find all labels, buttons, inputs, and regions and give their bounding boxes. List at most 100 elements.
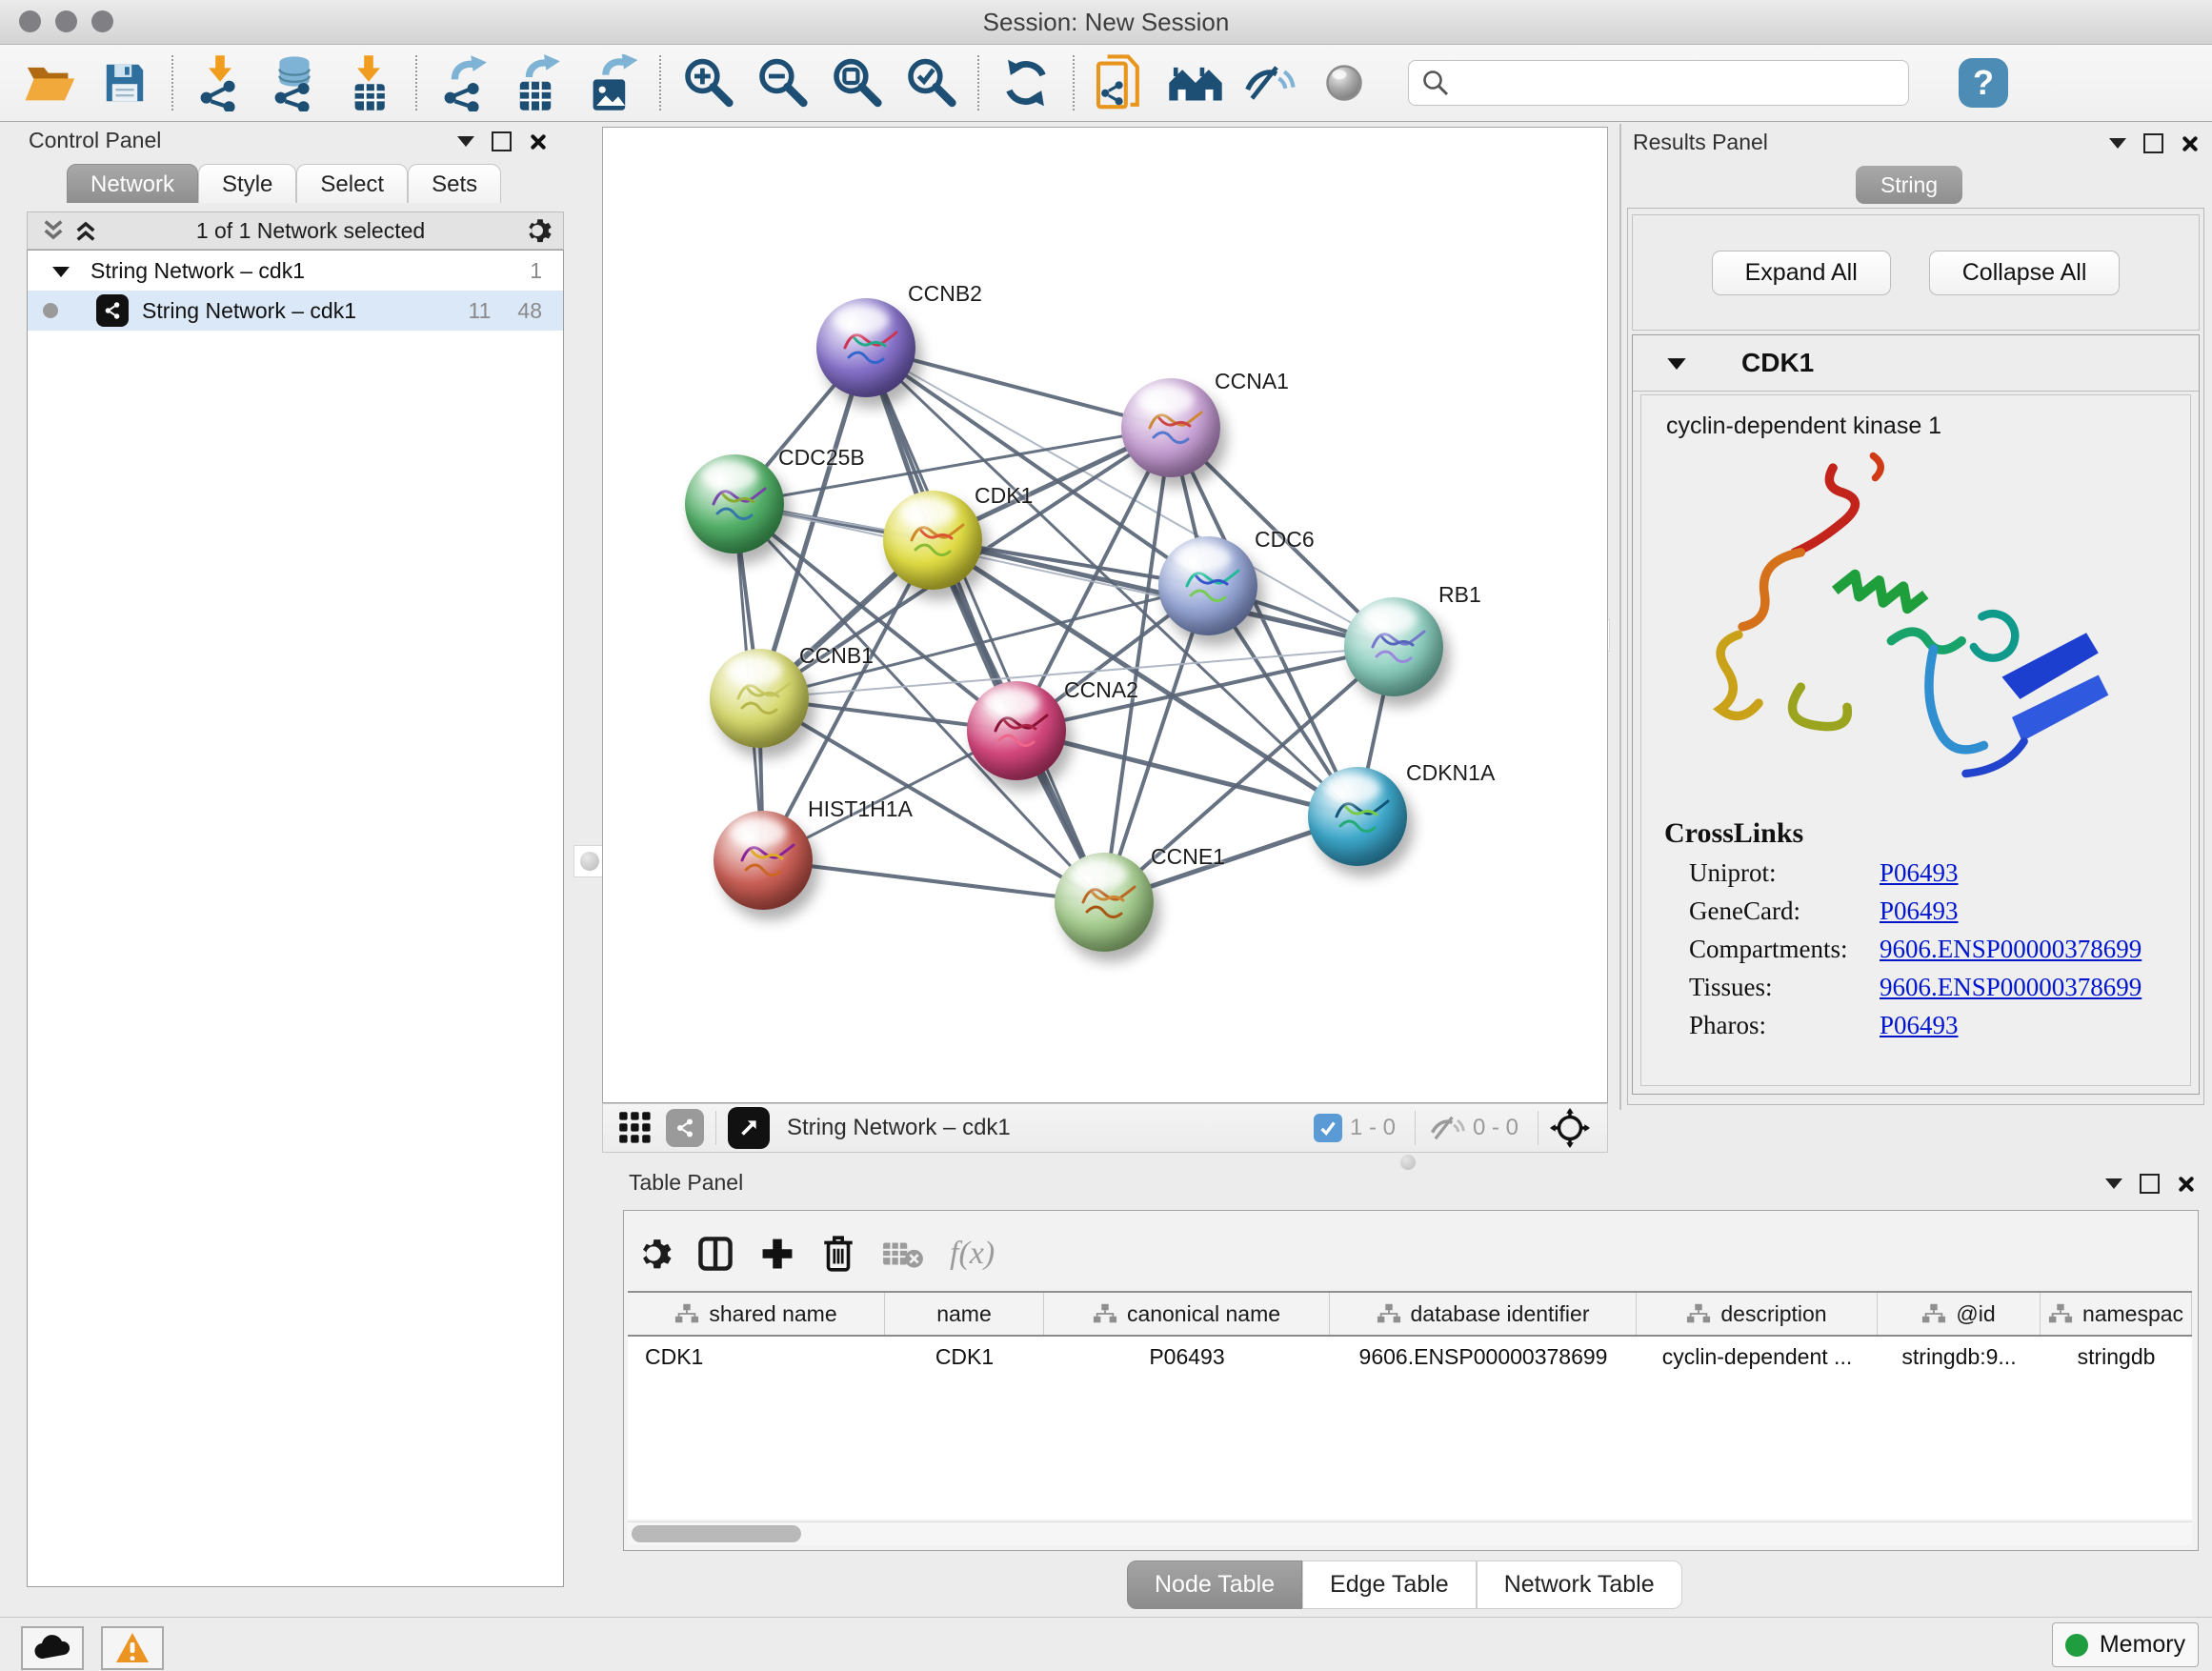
collection-expand-icon[interactable] [52,265,70,277]
left-splitter-handle[interactable] [573,845,606,877]
network-node-RB1[interactable] [1344,597,1443,696]
network-row-selected[interactable]: String Network – cdk1 11 48 [28,291,563,331]
export-network-button[interactable] [427,49,501,117]
collapse-all-button[interactable]: Collapse All [1929,251,2121,295]
column-header-canonical-name[interactable]: canonical name [1044,1293,1330,1335]
help-button[interactable]: ? [1959,58,2008,108]
network-node-HIST1H1A[interactable] [714,811,813,910]
tab-network[interactable]: Network [67,164,198,205]
tab-select[interactable]: Select [296,164,408,205]
network-node-CCNE1[interactable] [1055,853,1154,952]
network-node-CDKN1A[interactable] [1308,767,1407,866]
crosslink-link[interactable]: 9606.ENSP00000378699 [1880,973,2142,1002]
home-networks-button[interactable] [1158,49,1233,117]
save-session-button[interactable] [88,49,162,117]
import-database-button[interactable] [257,49,332,117]
network-canvas[interactable]: CCNB2CCNA1CDC25BCDK1CDC6RB1CCNB1CCNA2CDK… [602,127,1608,1103]
add-column-icon[interactable] [759,1236,795,1272]
tab-node-table[interactable]: Node Table [1127,1560,1302,1609]
table-cell[interactable]: 9606.ENSP00000378699 [1330,1337,1637,1377]
results-panel-title: Results Panel [1633,130,1768,155]
network-node-CCNA1[interactable] [1121,378,1220,477]
birdseye-grid-icon[interactable] [618,1111,653,1145]
table-cell[interactable]: stringdb:9... [1878,1337,2041,1377]
hscrollbar-thumb[interactable] [632,1525,801,1542]
table-toolbar: f(x) [635,1220,995,1287]
float-panel-icon[interactable] [2140,1174,2160,1194]
network-view-title: String Network – cdk1 [787,1115,1011,1141]
network-node-CDK1[interactable] [883,491,982,590]
refresh-button[interactable] [989,49,1063,117]
expand-all-icon[interactable] [73,218,98,243]
crosslink-link[interactable]: 9606.ENSP00000378699 [1880,935,2142,964]
network-node-CDC25B[interactable] [685,454,784,554]
network-node-CCNB1[interactable] [710,649,809,748]
expand-all-button[interactable]: Expand All [1712,251,1891,295]
column-header-database-identifier[interactable]: database identifier [1330,1293,1637,1335]
table-cell[interactable]: cyclin-dependent ... [1637,1337,1878,1377]
zoom-selected-button[interactable] [894,49,968,117]
table-hscrollbar[interactable] [628,1521,2192,1545]
hide-elements-button[interactable] [1233,49,1307,117]
fit-content-icon[interactable] [1550,1108,1590,1148]
gear-icon[interactable] [635,1236,672,1272]
selected-checkbox-icon[interactable] [1314,1114,1342,1142]
column-header-description[interactable]: description [1637,1293,1878,1335]
panel-menu-icon[interactable] [2105,1178,2122,1189]
tab-string[interactable]: String [1856,166,1962,204]
node-label-CDC25B: CDC25B [778,445,865,471]
float-panel-icon[interactable] [2143,133,2163,153]
zoom-out-button[interactable] [745,49,819,117]
export-table-button[interactable] [501,49,575,117]
tab-edge-table[interactable]: Edge Table [1302,1560,1477,1609]
import-network-button[interactable] [183,49,257,117]
panel-menu-icon[interactable] [2109,138,2126,149]
tab-style[interactable]: Style [198,164,296,205]
cloud-button[interactable] [21,1626,84,1670]
search-input[interactable] [1451,70,1897,96]
section-collapse-icon[interactable] [1667,356,1686,370]
network-collection-row[interactable]: String Network – cdk1 1 [28,251,563,291]
split-columns-icon[interactable] [696,1235,734,1273]
float-panel-icon[interactable] [492,131,512,151]
share-document-button[interactable] [1084,49,1158,117]
zoom-fit-button[interactable] [819,49,894,117]
network-node-CDC6[interactable] [1158,536,1257,635]
search-field[interactable] [1408,60,1909,106]
detach-view-button[interactable] [728,1107,770,1149]
gear-icon[interactable] [523,216,552,245]
crosslinks-list: Uniprot:P06493GeneCard:P06493Compartment… [1641,858,2190,1040]
gene-section-header[interactable]: CDK1 [1633,335,2199,392]
table-row[interactable]: CDK1CDK1P064939606.ENSP00000378699cyclin… [628,1337,2192,1377]
tab-network-table[interactable]: Network Table [1477,1560,1682,1609]
show-orb-button[interactable] [1307,49,1381,117]
table-cell[interactable]: stringdb [2041,1337,2192,1377]
delete-column-icon[interactable] [820,1234,856,1274]
network-node-CCNA2[interactable] [967,681,1066,780]
crosslink-link[interactable]: P06493 [1880,858,1959,888]
column-header-namespac[interactable]: namespac [2041,1293,2192,1335]
close-panel-icon[interactable] [2177,1176,2194,1193]
column-header-shared-name[interactable]: shared name [628,1293,885,1335]
column-header--id[interactable]: @id [1878,1293,2041,1335]
open-session-button[interactable] [13,49,88,117]
column-header-name[interactable]: name [885,1293,1044,1335]
zoom-in-button[interactable] [671,49,745,117]
network-node-CCNB2[interactable] [816,298,915,397]
memory-button[interactable]: Memory [2052,1622,2199,1667]
close-panel-icon[interactable] [529,133,546,151]
table-cell[interactable]: P06493 [1044,1337,1330,1377]
import-table-button[interactable] [332,49,406,117]
crosslink-link[interactable]: P06493 [1880,896,1959,926]
export-image-button[interactable] [575,49,650,117]
toolbar-separator [1415,1111,1416,1145]
collapse-all-icon[interactable] [41,218,66,243]
panel-menu-icon[interactable] [457,136,474,147]
tab-sets[interactable]: Sets [408,164,501,205]
table-cell[interactable]: CDK1 [628,1337,885,1377]
table-cell[interactable]: CDK1 [885,1337,1044,1377]
close-panel-icon[interactable] [2181,135,2198,152]
warning-button[interactable] [101,1626,164,1670]
share-network-button[interactable] [666,1109,704,1147]
crosslink-link[interactable]: P06493 [1880,1011,1959,1040]
